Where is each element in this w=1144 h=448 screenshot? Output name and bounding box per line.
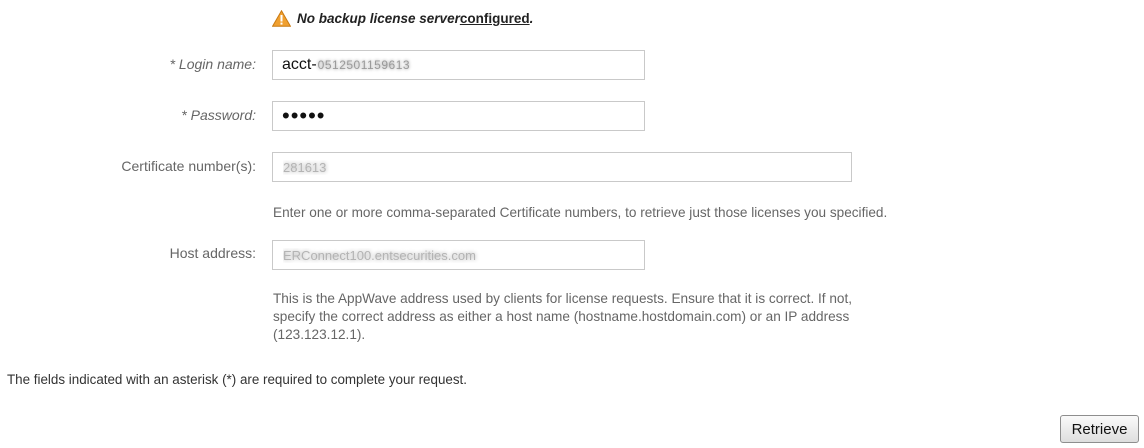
host-help-line: This is the AppWave address used by clie… <box>273 291 853 306</box>
warning-icon <box>272 10 291 27</box>
host-help-text: This is the AppWave address used by clie… <box>273 290 1113 344</box>
password-input[interactable] <box>272 101 645 131</box>
login-name-obscured: 0512501159613 <box>317 58 411 72</box>
warning-suffix: . <box>529 11 534 26</box>
login-name-input[interactable]: acct- 0512501159613 <box>272 50 645 80</box>
retrieve-button[interactable]: Retrieve <box>1060 415 1139 443</box>
certificate-numbers-label: Certificate number(s): <box>121 158 256 174</box>
password-label: * Password: <box>181 107 256 123</box>
certificate-help-text: Enter one or more comma-separated Certif… <box>273 205 888 220</box>
certificate-numbers-input[interactable] <box>272 152 852 182</box>
login-name-prefix: acct- <box>282 56 317 73</box>
backup-server-warning: No backup license server configured . <box>272 10 533 27</box>
login-name-label: * Login name: <box>169 56 256 72</box>
configured-link[interactable]: configured <box>460 11 530 26</box>
warning-text: No backup license server <box>297 11 460 26</box>
host-address-label: Host address: <box>169 245 256 261</box>
required-fields-note: The fields indicated with an asterisk (*… <box>7 372 467 387</box>
host-help-line: (123.123.12.1). <box>273 327 366 342</box>
host-help-line: specify the correct address as either a … <box>273 309 850 324</box>
host-address-input[interactable] <box>272 240 645 270</box>
